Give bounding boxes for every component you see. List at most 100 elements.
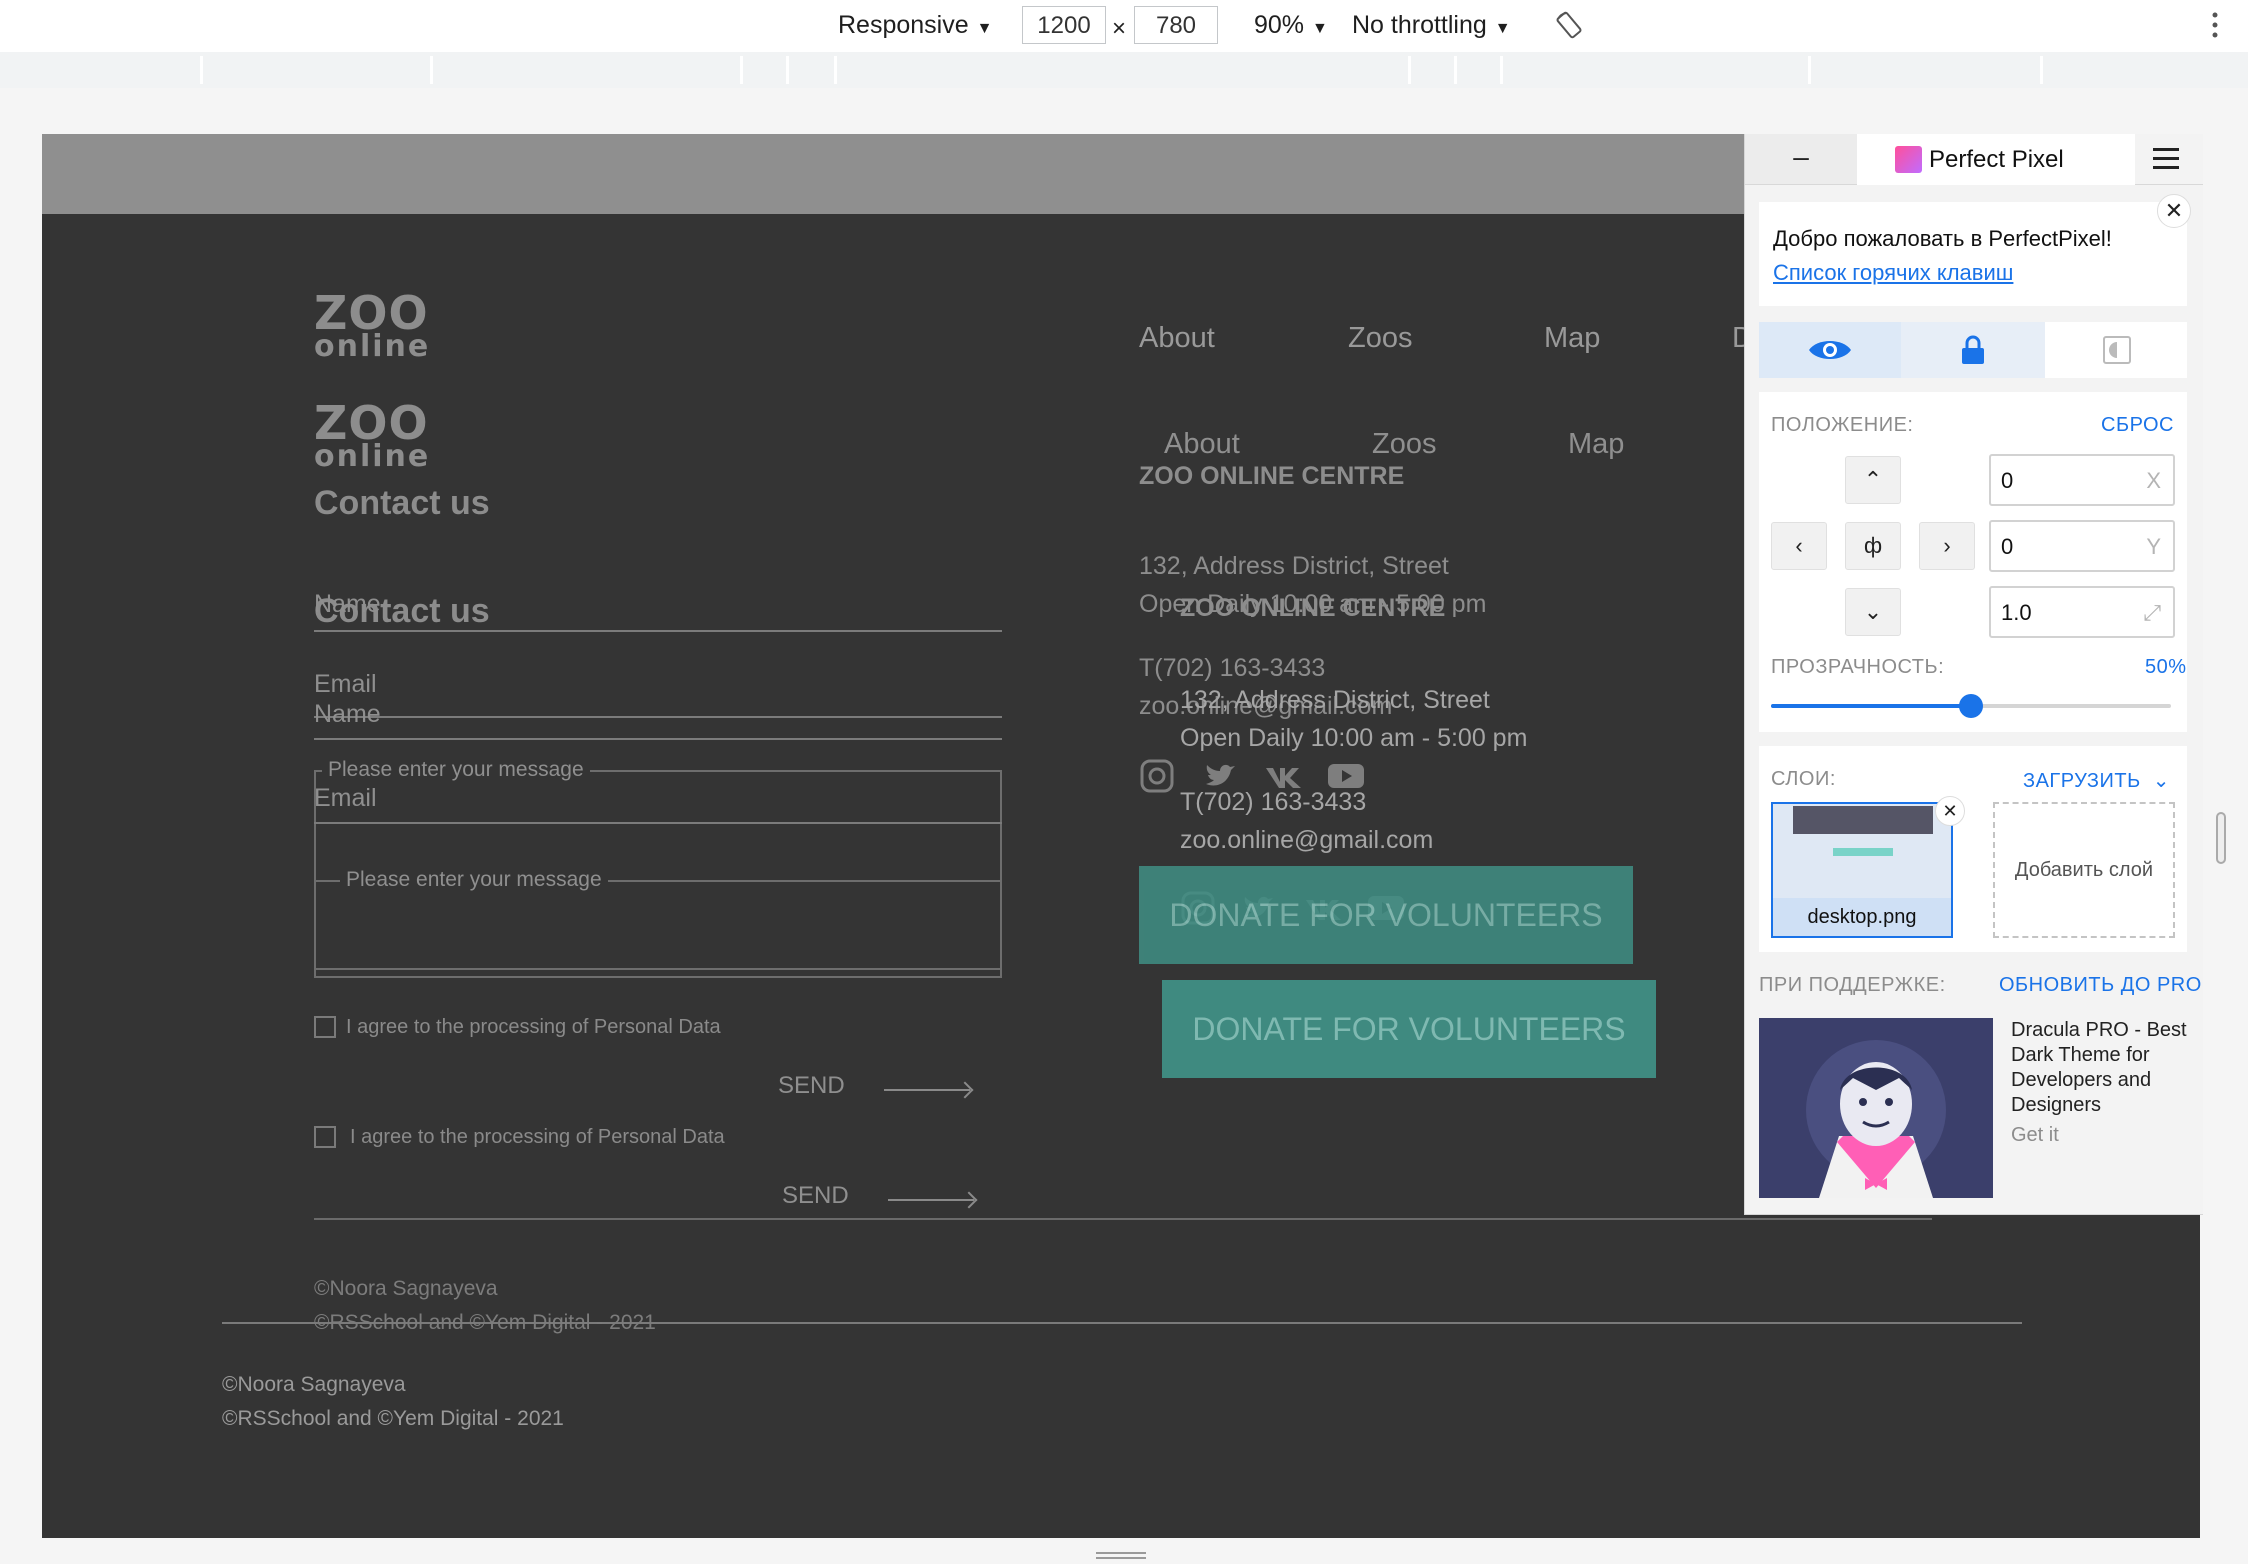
y-offset-value: 0 (2001, 534, 2014, 559)
layer-thumbnail[interactable]: desktop.png (1771, 802, 1953, 938)
email-field[interactable] (314, 716, 1002, 718)
name-field[interactable] (314, 630, 1002, 632)
move-right-button[interactable]: › (1919, 522, 1975, 570)
copyright-school-overlay: ©RSSchool and ©Yem Digital - 2021 (314, 1311, 656, 1334)
close-welcome-button[interactable]: ✕ (2157, 194, 2191, 228)
donate-button-overlay: DONATE FOR VOLUNTEERS (1162, 980, 1656, 1078)
y-unit: Y (2146, 534, 2161, 559)
hotkeys-link[interactable]: Список горячих клавиш (1773, 260, 2013, 286)
zoom-select-label: 90% (1254, 11, 1305, 39)
position-card: ПОЛОЖЕНИЕ: СБРОС ⌃ ‹ ф › ⌄ 0 X 0 Y 1.0 ⤢… (1759, 392, 2187, 732)
invert-colors-button[interactable] (2045, 322, 2187, 378)
perfectpixel-panel: – Perfect Pixel Добро пожаловать в Perfe… (1744, 134, 2203, 1215)
zoom-select[interactable]: 90% ▼ (1254, 8, 1328, 46)
chevron-left-icon: ‹ (1795, 533, 1803, 558)
layer-preview-image (1793, 806, 1933, 834)
nav-link-map[interactable]: Map (1544, 322, 1600, 355)
dracula-promo-image[interactable] (1759, 1018, 1993, 1198)
position-label: ПОЛОЖЕНИЕ: (1771, 414, 1914, 436)
eye-icon (1809, 341, 1851, 359)
logo-word-online: online (314, 439, 431, 474)
welcome-card: Добро пожаловать в PerfectPixel! Список … (1759, 202, 2187, 306)
bottom-resize-handle[interactable] (1096, 1552, 1146, 1560)
upload-button[interactable]: ЗАГРУЗИТЬ ⌄ (2023, 768, 2170, 793)
youtube-icon[interactable] (1326, 758, 1364, 794)
center-icon: ф (1863, 533, 1883, 558)
perfectpixel-title: Perfect Pixel (1929, 146, 2064, 173)
media-query-ruler[interactable] (0, 52, 2248, 89)
device-select[interactable]: Responsive ▼ (838, 8, 992, 46)
scale-value: 1.0 (2001, 600, 2032, 625)
name-field-overlay (314, 738, 1002, 740)
twitter-icon[interactable] (1202, 758, 1238, 794)
chevron-down-icon: ⌄ (1863, 599, 1883, 624)
email-field-overlay (314, 822, 1002, 824)
message-field-overlay (314, 880, 1002, 978)
promo-get-link[interactable]: Get it (2011, 1124, 2059, 1147)
viewport-width-input[interactable]: 1200 (1022, 6, 1106, 44)
name-field-label-overlay: Name (314, 700, 381, 728)
nav-link-zoos[interactable]: Zoos (1348, 322, 1412, 355)
opacity-label: ПРОЗРАЧНОСТЬ: (1771, 656, 1945, 678)
center-button[interactable]: ф (1845, 522, 1901, 570)
lock-button[interactable] (1901, 322, 2045, 378)
nav-link-about[interactable]: About (1139, 322, 1215, 355)
move-up-button[interactable]: ⌃ (1845, 456, 1901, 504)
chevron-down-icon: ▼ (1494, 20, 1511, 37)
throttling-select-label: No throttling (1352, 11, 1487, 39)
agree-checkbox[interactable] (314, 1016, 336, 1038)
rotate-icon[interactable] (1554, 10, 1584, 49)
scale-input[interactable]: 1.0 ⤢ (1989, 586, 2175, 638)
send-button[interactable]: SEND (778, 1072, 845, 1100)
zoo-logo-overlay: ZOO online (314, 400, 430, 472)
promo-title[interactable]: Dracula PRO - Best Dark Theme for Develo… (2011, 1018, 2191, 1118)
viewport-height-input[interactable]: 780 (1134, 6, 1218, 44)
email-field-label: Email (314, 670, 377, 698)
vk-icon[interactable] (1264, 758, 1301, 794)
chevron-down-icon: ⌄ (2152, 770, 2171, 792)
welcome-text: Добро пожаловать в PerfectPixel! (1773, 226, 2112, 251)
upgrade-pro-link[interactable]: ОБНОВИТЬ ДО PRO (1999, 974, 2202, 997)
x-unit: X (2146, 468, 2161, 493)
instagram-icon[interactable] (1139, 758, 1175, 794)
support-label: ПРИ ПОДДЕРЖКЕ: (1759, 974, 1946, 996)
donate-button[interactable]: DONATE FOR VOLUNTEERS (1139, 866, 1633, 964)
nav-link-zoos-overlay: Zoos (1372, 428, 1437, 460)
zoo-logo[interactable]: ZOO online (314, 290, 430, 362)
devtools-device-toolbar: Responsive ▼ 1200 × 780 90% ▼ No throttlin… (0, 0, 2248, 54)
move-down-button[interactable]: ⌄ (1845, 588, 1901, 636)
add-layer-button[interactable]: Добавить слой (1993, 802, 2175, 938)
centre-hours-overlay: Open Daily 10:00 am - 5:00 pm (1180, 724, 1528, 752)
reset-button[interactable]: СБРОС (2101, 414, 2174, 437)
centre-email-overlay: zoo.online@gmail.com (1180, 826, 1434, 854)
message-field-label: Please enter your message (322, 758, 590, 782)
email-field-label-overlay: Email (314, 784, 377, 812)
minimize-button[interactable]: – (1745, 134, 1857, 184)
opacity-slider-knob[interactable] (1959, 694, 1983, 718)
opacity-slider[interactable] (1771, 694, 2171, 718)
centre-title: ZOO ONLINE CENTRE (1139, 462, 1405, 490)
chevron-down-icon: ▼ (1312, 20, 1328, 37)
perfectpixel-logo-icon (1895, 146, 1922, 173)
upload-label: ЗАГРУЗИТЬ (2023, 770, 2141, 792)
toggle-visibility-button[interactable] (1759, 322, 1901, 378)
nav-link-map-overlay: Map (1568, 428, 1625, 460)
name-field-label: Name (314, 590, 381, 618)
remove-layer-button[interactable]: ✕ (1935, 796, 1965, 826)
message-field-label-overlay: Please enter your message (340, 868, 608, 892)
throttling-select[interactable]: No throttling ▼ (1352, 8, 1511, 46)
layer-name: desktop.png (1773, 898, 1951, 936)
mode-buttons (1759, 322, 2187, 378)
perfectpixel-title-tab: Perfect Pixel (1857, 134, 2135, 185)
send-button-overlay: SEND (782, 1182, 849, 1209)
hamburger-menu-icon[interactable] (2153, 148, 2179, 170)
y-offset-input[interactable]: 0 Y (1989, 520, 2175, 572)
viewport-resize-handle[interactable] (2216, 812, 2226, 864)
x-offset-input[interactable]: 0 X (1989, 454, 2175, 506)
centre-phone[interactable]: T(702) 163-3433 (1139, 654, 1325, 683)
send-arrow-icon (888, 1199, 974, 1201)
send-arrow-icon (884, 1089, 970, 1091)
more-options-icon[interactable] (2210, 10, 2220, 49)
move-left-button[interactable]: ‹ (1771, 522, 1827, 570)
opacity-value: 50% (2145, 656, 2187, 678)
